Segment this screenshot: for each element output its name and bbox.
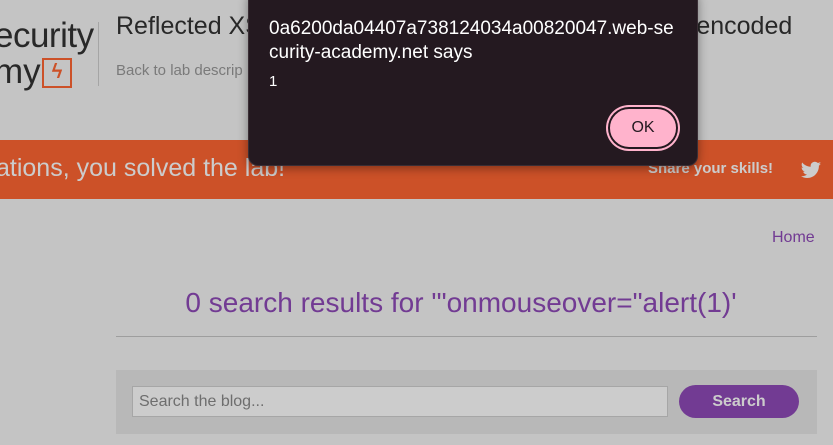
alert-dialog: 0a6200da04407a738124034a00820047.web-sec… (248, 0, 698, 166)
dialog-origin-text: 0a6200da04407a738124034a00820047.web-sec… (269, 18, 674, 63)
ok-button[interactable]: OK (610, 109, 676, 147)
dialog-message: 1 (269, 73, 278, 90)
